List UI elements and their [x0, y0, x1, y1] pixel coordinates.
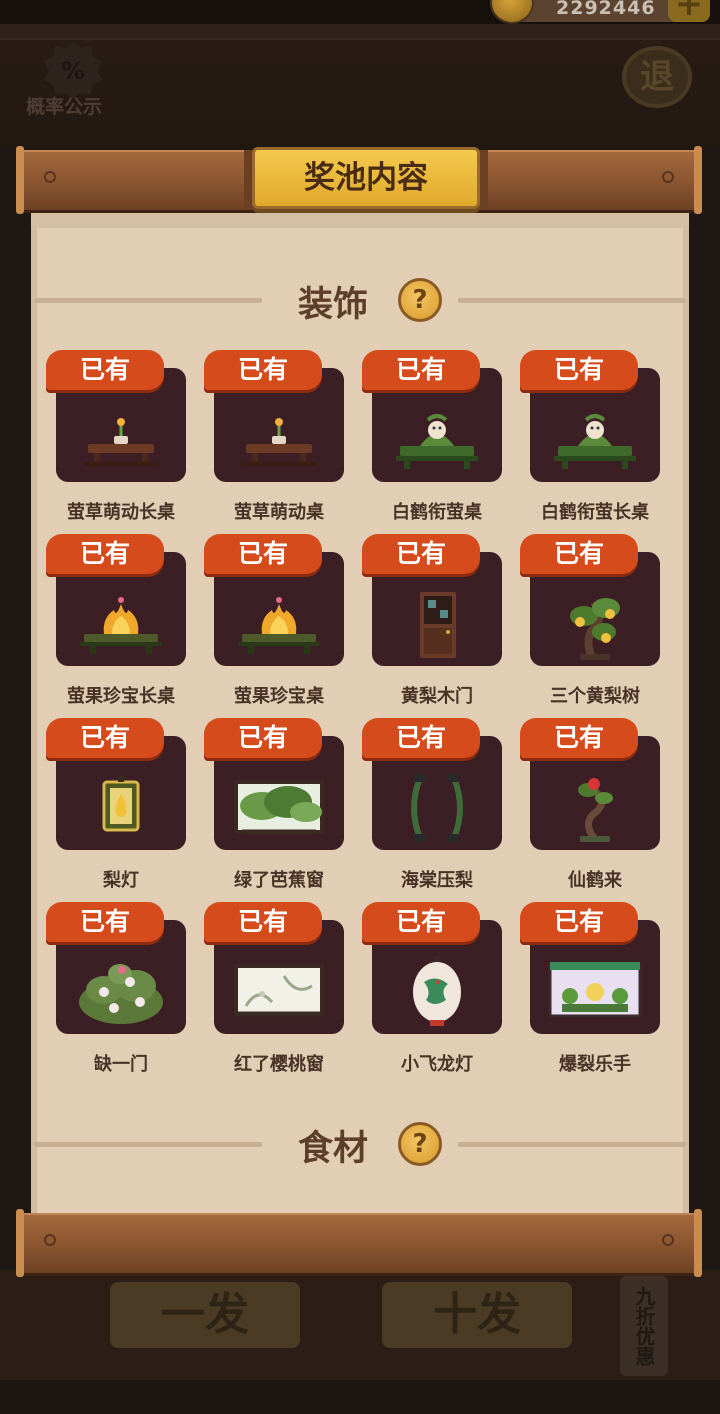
- owned-badge: 已有: [362, 350, 480, 390]
- flower-bush-icon: [79, 964, 163, 1024]
- rod-cap-right: [694, 1209, 702, 1277]
- wooden-door-icon: [420, 592, 456, 658]
- owned-badge: 已有: [520, 718, 638, 758]
- item-name: 缺一门: [94, 1054, 148, 1075]
- item-card[interactable]: 已有白鹤衔萤桌: [362, 350, 502, 523]
- cherry-window-icon: [234, 964, 324, 1017]
- rod-rivet-right: [662, 171, 674, 183]
- owned-badge: 已有: [46, 902, 164, 942]
- section-ingredients: 食材 ?: [34, 1120, 686, 1170]
- rod-rivet-left: [44, 171, 56, 183]
- item-name: 小飞龙灯: [401, 1054, 473, 1075]
- item-name: 白鹤衔萤长桌: [541, 502, 649, 523]
- pear-lamp-icon: [102, 776, 140, 832]
- dragon-lantern-icon: [413, 956, 461, 1026]
- item-card[interactable]: 已有萤草萌动长桌: [46, 350, 186, 523]
- probability-gear-icon[interactable]: %: [38, 40, 108, 100]
- owned-badge: 已有: [204, 718, 322, 758]
- rod-cap-right: [694, 146, 702, 214]
- item-card[interactable]: 已有萤草萌动桌: [204, 350, 344, 523]
- owned-badge: 已有: [520, 902, 638, 942]
- probability-symbol: %: [61, 57, 85, 85]
- crane-table-icon: [396, 414, 478, 469]
- item-name: 萤草萌动桌: [234, 502, 324, 523]
- pear-tree-icon: [570, 598, 620, 660]
- owned-badge: 已有: [204, 534, 322, 574]
- item-card[interactable]: 已有爆裂乐手: [520, 902, 660, 1075]
- item-name: 爆裂乐手: [559, 1054, 631, 1075]
- panel-top-shadow: [31, 208, 689, 228]
- fire-fruit-table-icon: [238, 597, 320, 654]
- item-name: 仙鹤来: [568, 870, 622, 891]
- owned-badge: 已有: [46, 718, 164, 758]
- section-divider-right: [458, 1142, 686, 1147]
- section-title: 装饰: [298, 285, 369, 325]
- item-name: 绿了芭蕉窗: [234, 870, 324, 891]
- item-name: 梨灯: [103, 870, 139, 891]
- panel-title: 奖池内容: [252, 147, 480, 209]
- low-table-sprout-icon: [242, 418, 316, 466]
- help-icon[interactable]: ?: [398, 278, 442, 322]
- bonsai-flower-icon: [578, 778, 613, 842]
- low-table-sprout-icon: [84, 418, 158, 466]
- top-bar-edge: [0, 24, 720, 40]
- banana-leaf-window-icon: [234, 780, 324, 835]
- item-name: 红了樱桃窗: [234, 1054, 324, 1075]
- item-card[interactable]: 已有黄梨木门: [362, 534, 502, 707]
- item-card[interactable]: 已有缺一门: [46, 902, 186, 1075]
- owned-badge: 已有: [46, 534, 164, 574]
- owned-badge: 已有: [362, 718, 480, 758]
- section-divider-right: [458, 298, 686, 303]
- owned-badge: 已有: [520, 350, 638, 390]
- item-name: 萤果珍宝长桌: [67, 686, 175, 707]
- owned-badge: 已有: [46, 350, 164, 390]
- item-name: 萤草萌动长桌: [67, 502, 175, 523]
- rod-cap-left: [16, 1209, 24, 1277]
- exit-button[interactable]: 退: [622, 46, 692, 108]
- owned-badge: 已有: [362, 534, 480, 574]
- item-card[interactable]: 已有仙鹤来: [520, 718, 660, 891]
- item-name: 黄梨木门: [401, 686, 473, 707]
- item-name: 萤果珍宝桌: [234, 686, 324, 707]
- item-card[interactable]: 已有小飞龙灯: [362, 902, 502, 1075]
- item-card[interactable]: 已有萤果珍宝长桌: [46, 534, 186, 707]
- section-decoration: 装饰 ?: [34, 276, 686, 326]
- single-draw-button[interactable]: 一发: [110, 1282, 300, 1348]
- item-card[interactable]: 已有三个黄梨树: [520, 534, 660, 707]
- scroll-rod-bottom: [16, 1209, 702, 1277]
- arch-frame-icon: [411, 774, 463, 842]
- item-name: 海棠压梨: [401, 870, 473, 891]
- item-name: 白鹤衔萤桌: [392, 502, 482, 523]
- rod-rivet-right: [662, 1234, 674, 1246]
- owned-badge: 已有: [520, 534, 638, 574]
- discount-tag: 九折优惠: [620, 1276, 668, 1376]
- item-card[interactable]: 已有梨灯: [46, 718, 186, 891]
- item-card[interactable]: 已有海棠压梨: [362, 718, 502, 891]
- crane-table-icon: [554, 414, 636, 469]
- band-stage-icon: [548, 962, 642, 1018]
- item-card[interactable]: 已有绿了芭蕉窗: [204, 718, 344, 891]
- section-divider-left: [34, 1142, 262, 1147]
- item-card[interactable]: 已有白鹤衔萤长桌: [520, 350, 660, 523]
- item-name: 三个黄梨树: [550, 686, 640, 707]
- coin-value: 2292446: [556, 0, 656, 19]
- help-icon[interactable]: ?: [398, 1122, 442, 1166]
- footer-rim: [0, 1380, 720, 1414]
- rod-cap-left: [16, 146, 24, 214]
- fire-fruit-table-icon: [80, 597, 162, 654]
- probability-label[interactable]: 概率公示: [26, 92, 102, 119]
- owned-badge: 已有: [204, 902, 322, 942]
- owned-badge: 已有: [362, 902, 480, 942]
- item-card[interactable]: 已有萤果珍宝桌: [204, 534, 344, 707]
- owned-badge: 已有: [204, 350, 322, 390]
- ten-draw-button[interactable]: 十发: [382, 1282, 572, 1348]
- item-card[interactable]: 已有红了樱桃窗: [204, 902, 344, 1075]
- add-coins-button[interactable]: +: [668, 0, 710, 22]
- rod-rivet-left: [44, 1234, 56, 1246]
- section-divider-left: [34, 298, 262, 303]
- section-title: 食材: [298, 1129, 369, 1169]
